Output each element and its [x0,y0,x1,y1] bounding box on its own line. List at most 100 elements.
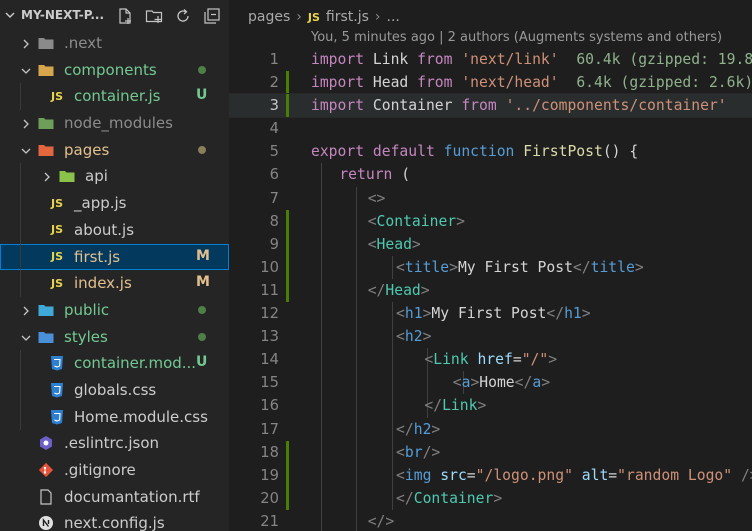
git-change-marker[interactable] [286,486,289,510]
tree-item[interactable]: JS index.js M [0,270,229,297]
git-change-marker[interactable] [286,209,289,233]
code-area[interactable]: 1 import Link from 'next/link' 60.4k (gzi… [229,48,752,531]
code-token: from [417,51,453,68]
code-token: /> [740,466,752,484]
git-change-marker[interactable] [286,463,289,487]
tree-item[interactable]: api [0,163,229,191]
code-line[interactable]: 6 return ( [229,163,752,187]
tree-item-label: pages [64,140,110,159]
code-line[interactable]: 11 </Head> [229,278,752,303]
tree-item[interactable]: public [0,297,229,324]
tree-item-label: Home.module.css [74,407,208,426]
code-line[interactable]: 17 </h2> [229,417,752,441]
git-change-marker[interactable] [286,255,289,279]
project-title[interactable]: MY-NEXT-P... [21,8,104,22]
tree-item[interactable]: globals.css [0,376,229,404]
code-token: < [396,443,405,461]
code-token: from [417,74,453,92]
code-line[interactable]: 16 </Link> [229,394,752,418]
tree-item-label: components [64,60,157,79]
code-token: Link [442,397,478,415]
chevron-right-icon[interactable] [19,36,33,50]
code-line[interactable]: 20 </Container> [229,486,752,510]
tree-item[interactable]: Home.module.css [0,403,229,431]
indent-guide [391,440,393,464]
code-token: > [420,281,430,299]
git-change-marker[interactable] [286,232,289,256]
new-folder-icon[interactable] [143,5,165,27]
breadcrumb-folder[interactable]: pages [248,9,290,25]
code-token: Head [385,281,421,299]
code-text: <br/> [396,441,440,464]
tree-item[interactable]: JS container.js U [0,83,229,111]
indent-guide [321,209,322,233]
tree-item[interactable]: documantation.rtf [0,484,229,511]
indent-guide [321,440,322,464]
indent-guide [321,371,322,395]
code-line[interactable]: 10 <title>My First Post</title> [229,255,752,279]
chevron-down-icon[interactable] [19,63,33,77]
chevron-right-icon[interactable] [19,303,33,317]
code-line[interactable]: 7 <> [229,186,752,210]
code-line[interactable]: 1 import Link from 'next/link' 60.4k (gzi… [229,48,752,71]
code-line[interactable]: 21 </> [229,509,752,531]
tree-item[interactable]: .eslintrc.json [0,430,229,457]
refresh-icon[interactable] [172,5,194,27]
chevron-right-icon[interactable] [40,169,54,183]
code-text: <h2> [396,325,431,348]
code-text: <img src="/logo.png" alt="random Logo" /… [396,464,752,487]
git-change-marker[interactable] [286,71,289,95]
tree-item[interactable]: pages [0,137,229,164]
tree-item[interactable]: styles [0,324,229,351]
tree-item[interactable]: JS first.js M [0,243,229,271]
code-text: </Container> [396,487,502,510]
code-line[interactable]: 14 <Link href="/"> [229,348,752,372]
tree-item[interactable]: .next [0,30,229,57]
chevron-down-icon[interactable] [3,8,17,22]
editor[interactable]: pages › JS first.js › ... You, 5 minutes… [229,0,752,531]
code-line[interactable]: 13 <h2> [229,325,752,349]
code-line[interactable]: 9 <Head> [229,232,752,256]
code-token: 60.4k (gzipped: 19.8k) [576,51,752,68]
code-line[interactable]: 19 <img src="/logo.png" alt="random Logo"… [229,463,752,487]
code-token: /> [422,443,441,461]
code-line[interactable]: 4 [229,117,752,140]
breadcrumb-more[interactable]: ... [387,9,400,25]
code-line[interactable]: 15 <a>Home</a> [229,371,752,395]
tree-item[interactable]: .gitignore [0,457,229,484]
indent-guide [20,270,21,297]
breadcrumb-file[interactable]: first.js [326,9,369,25]
chevron-right-icon[interactable] [19,116,33,130]
tree-item[interactable]: next.config.js [0,510,229,531]
chevron-down-icon[interactable] [19,330,33,344]
git-change-marker[interactable] [286,278,289,303]
code-line[interactable]: 8 <Container> [229,209,752,233]
tree-item[interactable]: JS about.js [0,216,229,244]
chevron-down-icon[interactable] [19,143,33,157]
code-text: <a>Home</a> [453,371,550,394]
tree-item[interactable]: container.mod... U [0,350,229,377]
code-line[interactable]: 2 import Head from 'next/head' 6.4k (gzip… [229,71,752,95]
code-line[interactable]: 3 import Container from '../components/co… [229,93,752,119]
tree-item[interactable]: JS _app.js [0,190,229,217]
git-change-marker[interactable] [286,94,289,118]
code-line[interactable]: 5 export default function FirstPost() { [229,140,752,163]
git-change-marker[interactable] [286,440,289,464]
code-line[interactable]: 18 <br/> [229,440,752,464]
tree-item[interactable]: node_modules [0,110,229,137]
new-file-icon[interactable] [114,5,136,27]
collapse-all-icon[interactable] [201,5,223,27]
git-blame-codelens[interactable]: You, 5 minutes ago | 2 authors (Augments… [311,30,722,45]
code-line[interactable]: 12 <h1>My First Post</h1> [229,302,752,326]
indent-guide [356,325,358,349]
tree-item[interactable]: components [0,57,229,84]
code-text: <title>My First Post</title> [396,256,644,279]
indent-guide [321,325,322,349]
code-token: > [477,397,487,415]
code-token: > [456,212,465,230]
code-token: default [372,143,435,161]
